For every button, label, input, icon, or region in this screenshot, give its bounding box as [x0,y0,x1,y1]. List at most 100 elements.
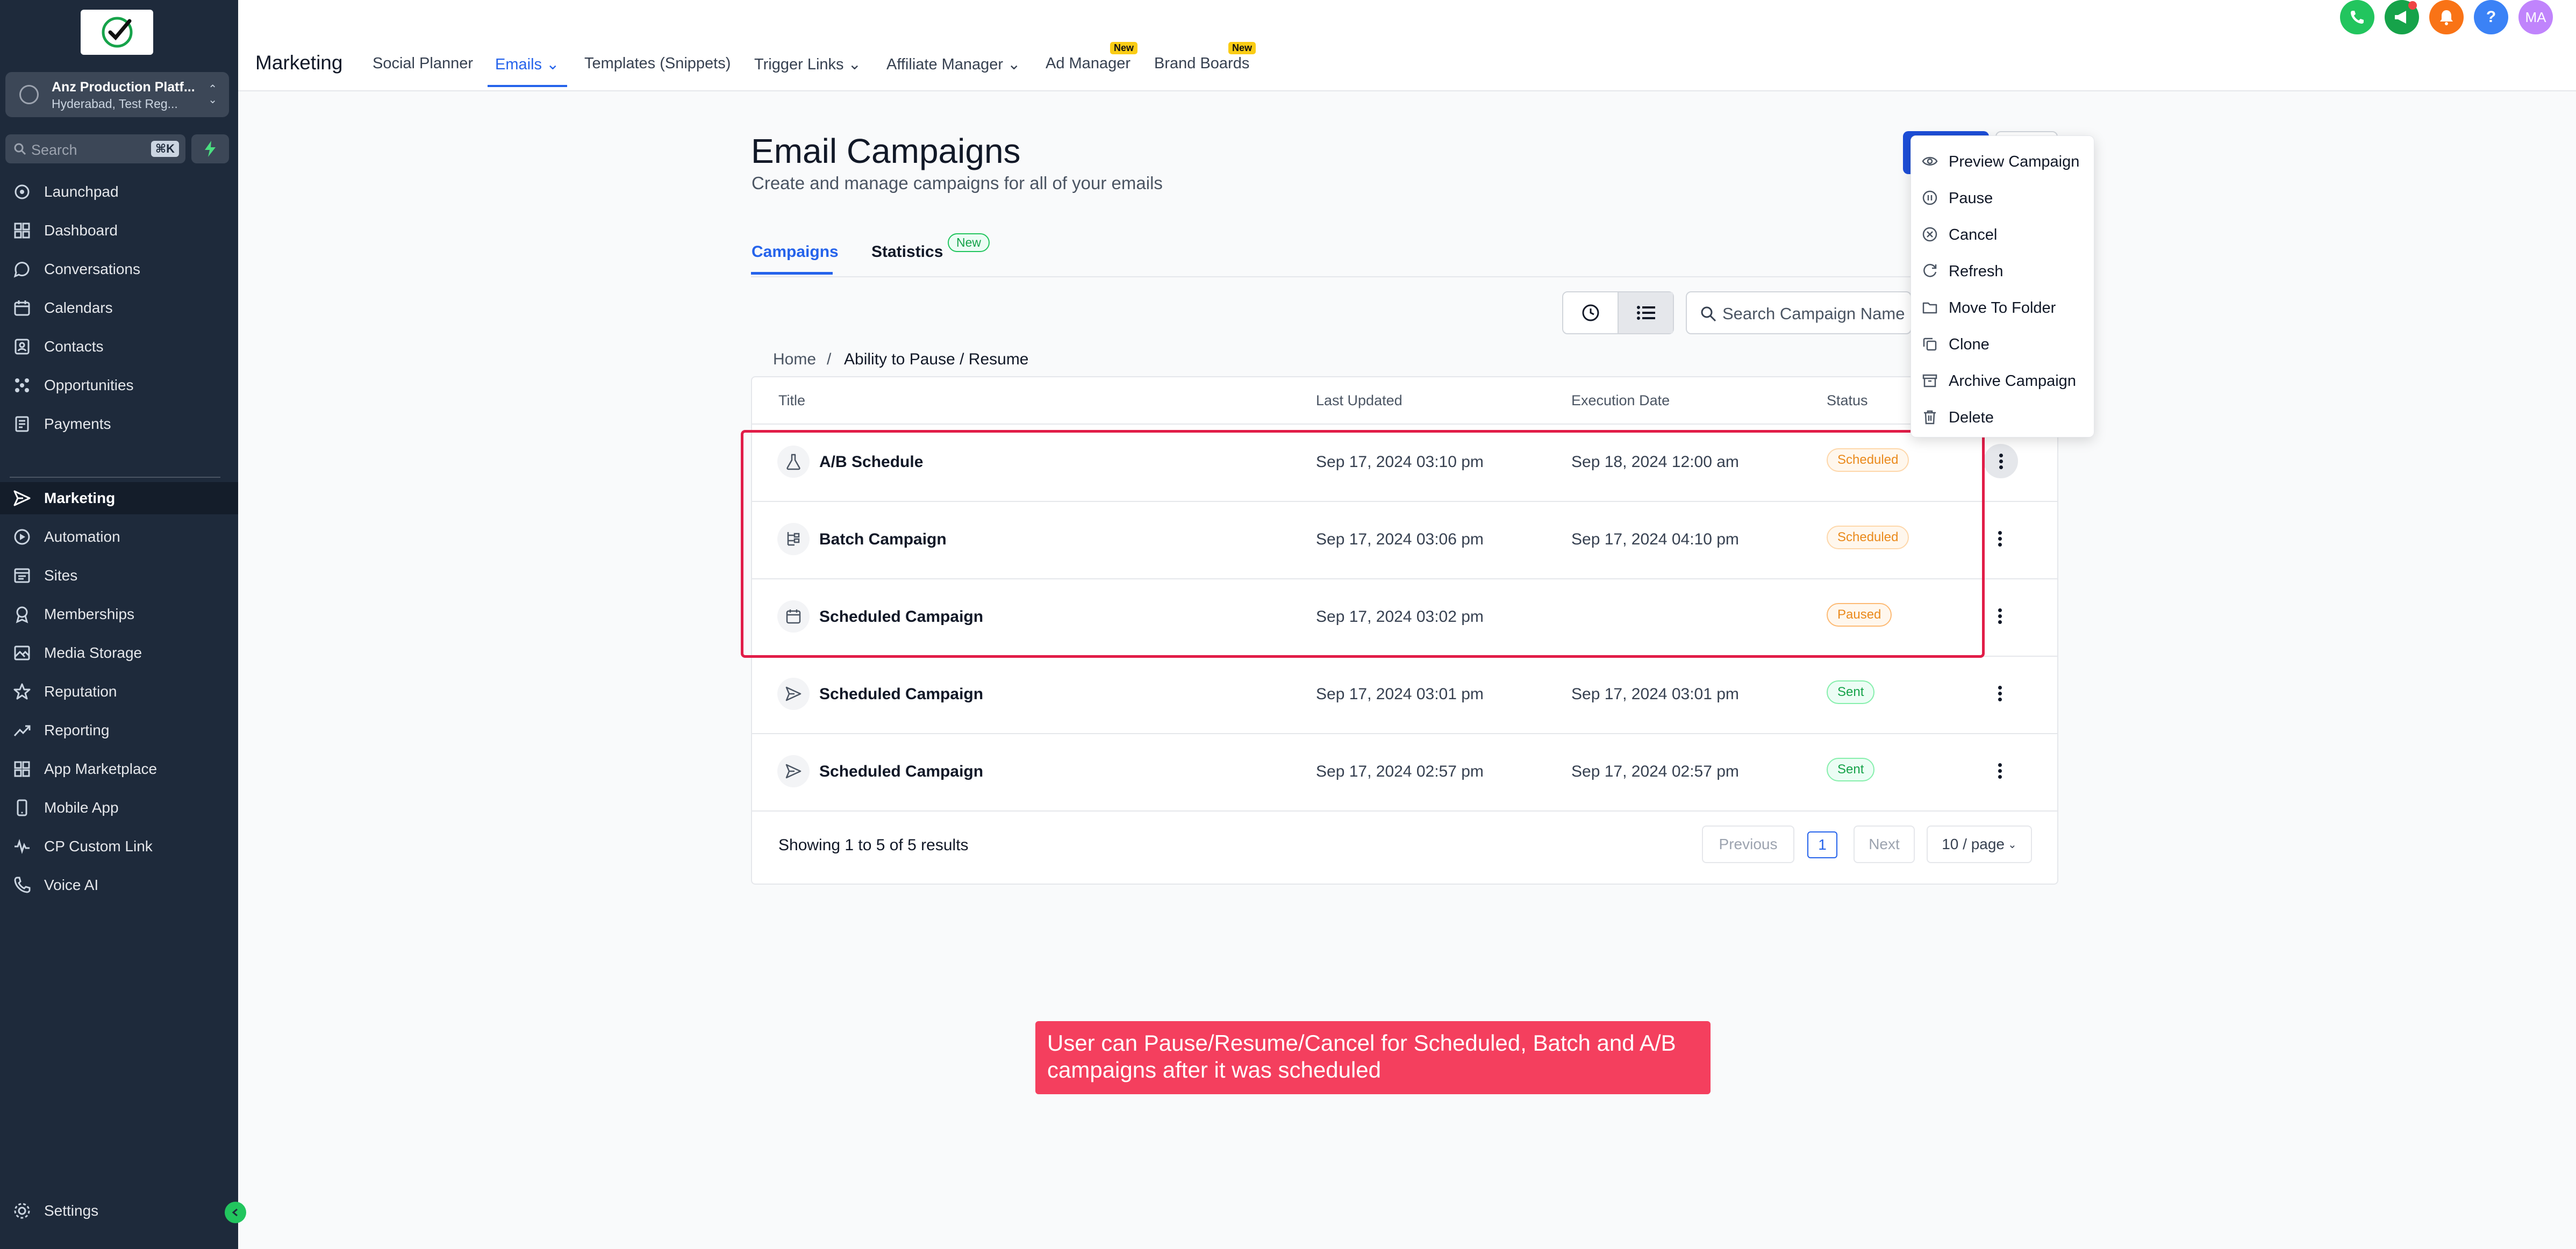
page-subtitle: Create and manage campaigns for all of y… [752,173,1163,193]
row-actions-button[interactable] [1988,681,2012,705]
menu-item-refresh[interactable]: Refresh [1911,253,2095,289]
clock-icon [1582,304,1599,321]
menu-item-delete[interactable]: Delete [1911,399,2095,435]
menu-item-cancel[interactable]: Cancel [1911,217,2095,252]
previous-page-button[interactable]: Previous [1702,826,1794,863]
clone-icon [1923,338,1937,351]
chevron-left-icon [232,1208,238,1217]
gear-icon [14,1203,30,1219]
notification-dot [2408,1,2417,10]
sidebar-item-calendars[interactable]: Calendars [0,292,238,324]
search-icon [1701,306,1716,322]
recent-view-button[interactable] [1563,292,1618,333]
sidebar-item-conversations[interactable]: Conversations [0,253,238,285]
sidebar-item-sites[interactable]: Sites [0,559,238,592]
sidebar-item-cp-custom-link[interactable]: CP Custom Link [0,830,238,863]
sidebar-item-mobile-app[interactable]: Mobile App [0,792,238,824]
sidebar-item-media-storage[interactable]: Media Storage [0,637,238,669]
dashboard-icon [14,222,30,239]
nav-templates[interactable]: Templates (Snippets) [584,55,731,73]
sidebar-item-label: Opportunities [44,377,134,393]
nav-social-planner[interactable]: Social Planner [373,55,473,73]
sidebar-item-reporting[interactable]: Reporting [0,714,238,746]
eye-icon [1922,157,1938,166]
sidebar-item-launchpad[interactable]: Launchpad [0,176,238,208]
menu-item-label: Cancel [1949,226,1998,243]
next-page-button[interactable]: Next [1854,826,1915,863]
search-icon [14,143,26,155]
archive-icon [1922,374,1937,387]
account-name: Anz Production Platf... [52,80,195,95]
trend-icon [13,725,31,737]
payments-icon [15,416,29,432]
sidebar-item-payments[interactable]: Payments [0,408,238,440]
sidebar-item-contacts[interactable]: Contacts [0,331,238,363]
quick-actions-button[interactable] [191,134,229,163]
nav-trigger-links[interactable]: Trigger Links ⌄ [754,55,861,74]
sidebar-item-reputation[interactable]: Reputation [0,676,238,708]
sidebar-item-marketing[interactable]: Marketing [0,482,238,514]
page-number[interactable]: 1 [1807,831,1837,858]
sidebar-item-label: Automation [44,528,120,545]
nav-ad-manager[interactable]: Ad Manager [1046,55,1130,73]
notifications-button[interactable] [2429,0,2464,34]
sidebar-item-app-marketplace[interactable]: App Marketplace [0,753,238,785]
row-actions-button[interactable] [1988,527,2012,550]
sidebar-item-automation[interactable]: Automation [0,521,238,553]
campaign-title[interactable]: Scheduled Campaign [819,763,983,781]
list-view-button[interactable] [1618,292,1673,333]
per-page-select[interactable]: 10 / page ⌄ [1927,826,2032,863]
row-actions-button[interactable] [1988,604,2012,628]
search-placeholder: Search Campaign Name [1722,304,1905,323]
menu-item-move-to-folder[interactable]: Move To Folder [1911,290,2095,325]
nav-emails[interactable]: Emails ⌄ [495,55,559,74]
row-actions-button[interactable] [1988,759,2012,783]
sidebar-item-label: Launchpad [44,183,119,200]
brand-logo[interactable] [81,10,153,55]
menu-item-archive[interactable]: Archive Campaign [1911,363,2095,398]
sidebar-item-dashboard[interactable]: Dashboard [0,214,238,247]
phone-icon [2351,11,2364,24]
account-location: Hyderabad, Test Reg... [52,97,178,111]
sidebar-item-label: CP Custom Link [44,838,153,855]
column-header-last-updated: Last Updated [1316,392,1403,408]
chevron-down-icon: ⌄ [848,56,861,73]
tab-campaigns[interactable]: Campaigns [752,243,839,261]
tab-statistics[interactable]: Statistics [871,243,943,261]
active-nav-underline [488,85,567,87]
sidebar-search[interactable]: Search ⌘K [5,134,185,163]
help-button[interactable]: ? [2474,0,2508,34]
sidebar-divider [10,477,220,478]
menu-item-preview[interactable]: Preview Campaign [1911,143,2095,179]
phone-button[interactable] [2340,0,2374,34]
mobile-icon [17,799,27,816]
tabs-divider [751,276,2058,277]
pause-icon [1922,190,1937,205]
sidebar-item-opportunities[interactable]: Opportunities [0,369,238,401]
row-actions-button[interactable] [1984,444,2018,478]
memberships-icon [16,606,28,623]
account-switcher[interactable]: Anz Production Platf... Hyderabad, Test … [5,72,229,117]
launchpad-icon [15,184,30,199]
row-actions-menu: Preview Campaign Pause Cancel Refresh Mo… [1910,135,2094,437]
menu-item-clone[interactable]: Clone [1911,326,2095,362]
announcements-button[interactable] [2385,0,2419,34]
sidebar-item-label: Calendars [44,299,113,316]
collapse-sidebar-button[interactable] [225,1202,246,1223]
nav-affiliate-manager[interactable]: Affiliate Manager ⌄ [886,55,1020,74]
menu-item-pause[interactable]: Pause [1911,180,2095,216]
send-icon [13,490,31,506]
nav-brand-boards[interactable]: Brand Boards [1154,55,1249,73]
bolt-icon [205,141,216,157]
campaign-title[interactable]: Scheduled Campaign [819,685,983,704]
menu-item-label: Archive Campaign [1949,372,2076,390]
breadcrumb-home[interactable]: Home [773,350,816,369]
sidebar-item-memberships[interactable]: Memberships [0,598,238,630]
new-badge: New [948,233,990,252]
sidebar-item-label: Marketing [44,490,116,506]
sidebar-item-voice-ai[interactable]: Voice AI [0,869,238,901]
user-avatar[interactable]: MA [2518,0,2553,34]
sidebar-item-settings[interactable]: Settings [0,1195,238,1227]
campaign-search-input[interactable]: Search Campaign Name [1686,291,1912,334]
results-count: Showing 1 to 5 of 5 results [778,836,969,854]
